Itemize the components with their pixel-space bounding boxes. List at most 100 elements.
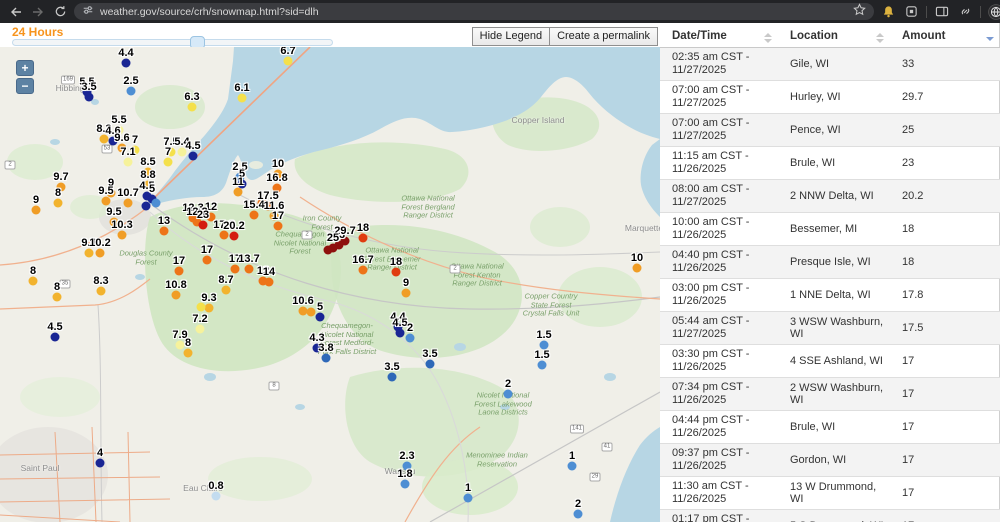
snow-report-marker[interactable] <box>196 325 205 334</box>
zoom-in-button[interactable]: + <box>16 60 34 76</box>
extensions-icon[interactable] <box>903 4 919 20</box>
address-bar[interactable]: weather.gov/source/crh/snowmap.html?sid=… <box>74 3 874 20</box>
reload-icon[interactable] <box>52 4 68 20</box>
snow-report-marker[interactable] <box>401 480 410 489</box>
snow-report-marker[interactable] <box>109 137 118 146</box>
snow-report-marker[interactable] <box>341 237 350 246</box>
column-header-datetime[interactable]: Date/Time <box>660 27 778 47</box>
snow-report-marker[interactable] <box>51 333 60 342</box>
snow-report-marker[interactable] <box>188 103 197 112</box>
snow-report-marker[interactable] <box>238 94 247 103</box>
snow-report-marker[interactable] <box>359 266 368 275</box>
side-panel-icon[interactable] <box>934 4 950 20</box>
snow-report-marker[interactable] <box>392 268 401 277</box>
snow-report-marker[interactable] <box>222 286 231 295</box>
snow-report-marker[interactable] <box>203 256 212 265</box>
report-row[interactable]: 02:35 am CST -11/27/2025Gile, WI33 <box>660 47 1000 80</box>
report-row[interactable]: 08:00 am CST -11/27/20252 NNW Delta, WI2… <box>660 179 1000 212</box>
snow-report-marker[interactable] <box>464 494 473 503</box>
report-row[interactable]: 10:00 am CST -11/26/2025Bessemer, MI18 <box>660 212 1000 245</box>
sort-icon-location[interactable] <box>876 33 884 43</box>
snow-report-marker[interactable] <box>184 349 193 358</box>
back-icon[interactable] <box>8 4 24 20</box>
snow-report-marker[interactable] <box>167 148 176 157</box>
report-row[interactable]: 11:15 am CST -11/26/2025Brule, WI23 <box>660 146 1000 179</box>
snow-report-marker[interactable] <box>176 341 185 350</box>
snow-report-marker[interactable] <box>172 291 181 300</box>
report-row[interactable]: 04:44 pm CST -11/26/2025Brule, WI17 <box>660 410 1000 443</box>
report-row[interactable]: 07:34 pm CST -11/26/20252 WSW Washburn, … <box>660 377 1000 410</box>
snow-report-marker[interactable] <box>124 158 133 167</box>
snow-report-marker[interactable] <box>403 462 412 471</box>
snow-report-marker[interactable] <box>152 199 161 208</box>
report-row[interactable]: 01:17 pm CST -11/26/20255 S Drummond, WI… <box>660 509 1000 522</box>
snow-report-marker[interactable] <box>230 232 239 241</box>
snow-report-marker[interactable] <box>124 199 133 208</box>
snow-report-marker[interactable] <box>127 87 136 96</box>
snow-report-marker[interactable] <box>540 341 549 350</box>
report-row[interactable]: 03:00 pm CST -11/26/20251 NNE Delta, WI1… <box>660 278 1000 311</box>
snow-report-marker[interactable] <box>234 188 243 197</box>
column-header-location[interactable]: Location <box>778 27 890 47</box>
snow-report-marker[interactable] <box>207 213 216 222</box>
snow-report-marker[interactable] <box>270 212 279 221</box>
snow-report-marker[interactable] <box>250 211 259 220</box>
snow-report-marker[interactable] <box>118 231 127 240</box>
report-row[interactable]: 07:00 am CST -11/27/2025Pence, WI25 <box>660 113 1000 146</box>
snow-report-marker[interactable] <box>110 218 119 227</box>
snow-report-marker[interactable] <box>102 197 111 206</box>
forward-icon[interactable] <box>30 4 46 20</box>
snow-report-marker[interactable] <box>175 267 184 276</box>
report-row[interactable]: 05:44 am CST -11/27/20253 WSW Washburn, … <box>660 311 1000 344</box>
snow-report-marker[interactable] <box>568 462 577 471</box>
snow-report-marker[interactable] <box>258 199 267 208</box>
snow-report-marker[interactable] <box>359 234 368 243</box>
report-row[interactable]: 03:30 pm CST -11/26/20254 SSE Ashland, W… <box>660 344 1000 377</box>
time-slider[interactable] <box>12 39 333 46</box>
snow-report-marker[interactable] <box>54 199 63 208</box>
snow-report-marker[interactable] <box>245 265 254 274</box>
report-row[interactable]: 04:40 pm CST -11/26/2025Presque Isle, WI… <box>660 245 1000 278</box>
snow-report-marker[interactable] <box>29 277 38 286</box>
snow-report-marker[interactable] <box>85 93 94 102</box>
snow-report-marker[interactable] <box>220 231 229 240</box>
snow-report-marker[interactable] <box>32 206 41 215</box>
sort-icon-datetime[interactable] <box>764 33 772 43</box>
link-icon[interactable] <box>957 4 973 20</box>
snow-report-marker[interactable] <box>265 278 274 287</box>
snow-report-marker[interactable] <box>313 344 322 353</box>
create-permalink-button[interactable]: Create a permalink <box>550 27 658 46</box>
snow-report-marker[interactable] <box>122 59 131 68</box>
snow-report-marker[interactable] <box>402 289 411 298</box>
bookmark-star-icon[interactable] <box>853 3 866 21</box>
snow-report-marker[interactable] <box>115 126 124 135</box>
report-row[interactable]: 11:30 am CST -11/26/202513 W Drummond, W… <box>660 476 1000 509</box>
snow-report-marker[interactable] <box>144 168 153 177</box>
snow-report-marker[interactable] <box>100 135 109 144</box>
snow-report-marker[interactable] <box>574 510 583 519</box>
snow-report-marker[interactable] <box>284 57 293 66</box>
snow-report-marker[interactable] <box>504 390 513 399</box>
snow-report-marker[interactable] <box>57 183 66 192</box>
snow-report-marker[interactable] <box>96 459 105 468</box>
hide-legend-button[interactable]: Hide Legend <box>472 27 550 46</box>
snow-report-marker[interactable] <box>189 152 198 161</box>
snow-report-marker[interactable] <box>197 303 206 312</box>
snow-report-marker[interactable] <box>316 313 325 322</box>
snow-report-marker[interactable] <box>53 293 62 302</box>
snowfall-map[interactable]: HibbingSaint PaulMarquetteCopper IslandW… <box>0 47 660 522</box>
snow-report-marker[interactable] <box>273 184 282 193</box>
report-row[interactable]: 07:00 am CST -11/27/2025Hurley, WI29.7 <box>660 80 1000 113</box>
extension-bell-icon[interactable] <box>880 4 896 20</box>
snow-report-marker[interactable] <box>96 249 105 258</box>
snow-report-marker[interactable] <box>388 373 397 382</box>
snow-report-marker[interactable] <box>205 304 214 313</box>
snow-report-marker[interactable] <box>406 334 415 343</box>
column-header-amount[interactable]: Amount <box>890 27 1000 47</box>
snow-report-marker[interactable] <box>274 222 283 231</box>
snow-report-marker[interactable] <box>538 361 547 370</box>
snow-report-marker[interactable] <box>97 287 106 296</box>
snow-report-marker[interactable] <box>131 146 140 155</box>
snow-report-marker[interactable] <box>274 170 283 179</box>
snow-report-marker[interactable] <box>426 360 435 369</box>
